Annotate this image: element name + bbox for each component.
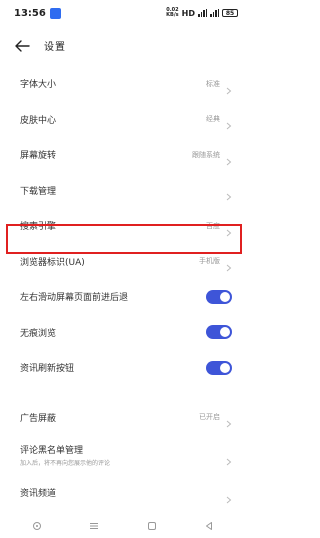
setting-label: 搜索引擎 — [20, 222, 57, 233]
setting-value: 手机版 — [199, 257, 220, 266]
setting-label: 屏幕旋转 — [20, 151, 57, 162]
setting-news-refresh-button: 资讯刷新按钮 — [0, 350, 246, 386]
header: 设置 — [0, 30, 246, 60]
setting-value: 标准 — [206, 79, 220, 88]
hd-badge: HD — [181, 8, 195, 18]
status-left: 13:56 — [14, 7, 61, 19]
chevron-right-icon — [226, 451, 232, 466]
setting-label: 左右滑动屏幕页面前进后退 — [20, 293, 129, 304]
setting-label: 广告屏蔽 — [20, 413, 57, 424]
network-speed: 0.02 KB/s — [166, 7, 179, 18]
setting-screen-rotation[interactable]: 屏幕旋转 跟随系统 — [0, 137, 246, 173]
setting-skin-center[interactable]: 皮肤中心 经典 — [0, 102, 246, 138]
navigation-bar — [0, 512, 246, 538]
settings-page: 13:56 0.02 KB/s HD 85 设置 字体大小 标准 皮肤中心 经典… — [0, 0, 246, 538]
setting-label: 浏览器标识(UA) — [20, 257, 85, 268]
chevron-right-icon — [226, 115, 232, 130]
setting-label: 无痕浏览 — [20, 328, 57, 339]
setting-label: 评论黑名单管理 — [20, 446, 84, 456]
settings-list: 字体大小 标准 皮肤中心 经典 屏幕旋转 跟随系统 下载管理 搜索引擎 百度 浏… — [0, 66, 246, 511]
setting-label: 资讯频道 — [20, 489, 57, 500]
chevron-right-icon — [226, 80, 232, 95]
setting-description: 加入后，将不再向您展示他的评论 — [20, 460, 111, 467]
chevron-right-icon — [226, 151, 232, 166]
chevron-right-icon — [226, 257, 232, 272]
back-icon[interactable] — [204, 516, 214, 535]
status-right: 0.02 KB/s HD 85 — [166, 8, 238, 18]
setting-font-size[interactable]: 字体大小 标准 — [0, 66, 246, 102]
back-arrow-icon[interactable] — [14, 38, 30, 52]
setting-browser-ua[interactable]: 浏览器标识(UA) 手机版 — [0, 244, 246, 280]
setting-value: 已开启 — [199, 413, 220, 422]
setting-ad-block[interactable]: 广告屏蔽 已开启 — [0, 400, 246, 436]
setting-value: 经典 — [206, 115, 220, 124]
setting-news-channel[interactable]: 资讯频道 — [0, 475, 246, 511]
chevron-right-icon — [226, 186, 232, 201]
chevron-right-icon — [226, 413, 232, 428]
setting-value: 跟随系统 — [192, 150, 220, 159]
page-title: 设置 — [44, 41, 66, 53]
setting-label: 下载管理 — [20, 186, 57, 197]
status-bar: 13:56 0.02 KB/s HD 85 — [0, 0, 246, 26]
setting-value: 百度 — [206, 221, 220, 230]
home-icon[interactable] — [147, 516, 157, 535]
setting-search-engine[interactable]: 搜索引擎 百度 — [0, 208, 246, 244]
setting-download-manager[interactable]: 下载管理 — [0, 173, 246, 209]
setting-comment-blacklist[interactable]: 评论黑名单管理 加入后，将不再向您展示他的评论 — [0, 435, 246, 475]
signal-icon — [210, 9, 219, 17]
chevron-right-icon — [226, 489, 232, 504]
news-refresh-toggle[interactable] — [206, 360, 232, 375]
assistant-icon[interactable] — [32, 516, 42, 535]
notification-icon — [49, 7, 61, 19]
setting-label: 皮肤中心 — [20, 115, 57, 126]
incognito-toggle[interactable] — [206, 325, 232, 340]
clock: 13:56 — [14, 7, 46, 19]
swipe-nav-toggle[interactable] — [206, 289, 232, 304]
setting-swipe-navigation: 左右滑动屏幕页面前进后退 — [0, 279, 246, 315]
chevron-right-icon — [226, 222, 232, 237]
setting-label: 字体大小 — [20, 80, 57, 91]
setting-incognito: 无痕浏览 — [0, 315, 246, 351]
battery-icon: 85 — [222, 9, 238, 17]
setting-label: 资讯刷新按钮 — [20, 364, 75, 375]
signal-icon — [198, 9, 207, 17]
menu-icon[interactable] — [89, 516, 99, 535]
setting-text: 评论黑名单管理 加入后，将不再向您展示他的评论 — [20, 443, 226, 467]
